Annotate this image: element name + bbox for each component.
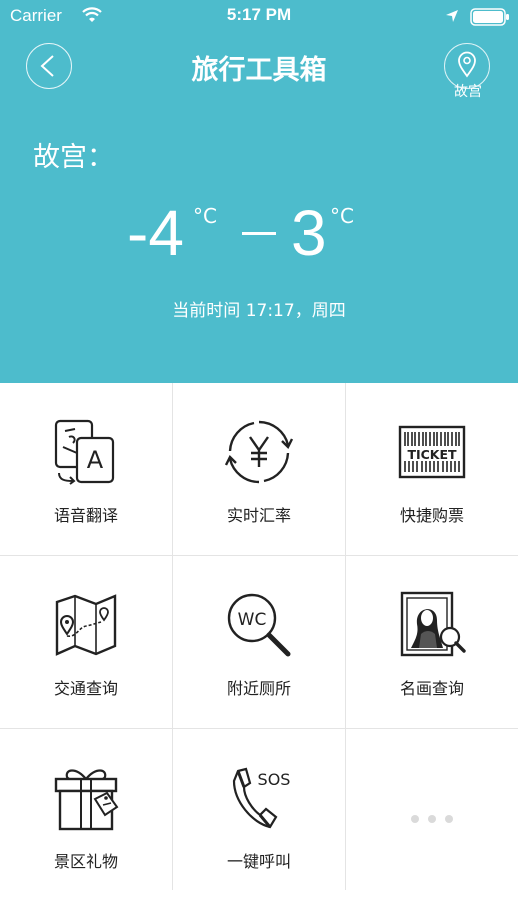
temperature-range: -4 °C 3 °C (0, 196, 518, 286)
temp-low-unit: °C (193, 204, 217, 228)
temp-low: -4 (127, 197, 184, 269)
tool-quick-ticket[interactable]: TICKET 快捷购票 (346, 383, 518, 555)
tools-grid: A 语音翻译 实时汇率 TICKET 快捷购票 交通查询 WC 附近厕所 名画查… (0, 383, 518, 920)
tool-label: 附近厕所 (226, 679, 291, 698)
tool-label: 一键呼叫 (226, 852, 291, 871)
temp-range-dash (242, 232, 276, 235)
status-time: 5:17 PM (226, 5, 292, 24)
painting-search-icon (400, 591, 466, 657)
tool-painting-query[interactable]: 名画查询 (346, 556, 518, 728)
tool-scenic-gift[interactable]: 景区礼物 (0, 729, 172, 901)
sos-icon-text: SOS (258, 770, 291, 789)
tool-exchange-rate[interactable]: 实时汇率 (173, 383, 345, 555)
tool-one-key-call[interactable]: SOS 一键呼叫 (173, 729, 345, 901)
tool-label: 语音翻译 (53, 506, 118, 525)
sos-phone-icon: SOS (232, 767, 291, 829)
dot (428, 815, 436, 823)
tool-label: 实时汇率 (226, 506, 291, 525)
place-name: 故宫： (33, 142, 114, 173)
location-button[interactable]: 故宫 (444, 43, 492, 105)
translate-icon: A (54, 419, 115, 485)
temp-high: 3 (291, 197, 327, 269)
location-arrow-icon (446, 10, 458, 22)
map-route-icon (55, 594, 117, 656)
dot (411, 815, 419, 823)
ticket-icon: TICKET (398, 425, 466, 479)
header-panel: Carrier 5:17 PM 旅行工具箱 故宫 故宫： -4 °C 3 °C … (0, 0, 518, 383)
tool-label: 名画查询 (399, 679, 464, 698)
toilet-search-icon: WC (227, 593, 291, 657)
ticket-icon-text: TICKET (407, 447, 457, 462)
tool-label: 快捷购票 (399, 506, 464, 525)
current-time: 当前时间 17:17，周四 (172, 301, 346, 321)
tool-label: 景区礼物 (53, 852, 118, 871)
battery-icon (470, 8, 509, 26)
translate-icon-text: A (87, 446, 104, 474)
temp-high-unit: °C (330, 204, 354, 228)
wc-icon-text: WC (238, 610, 267, 630)
tool-traffic-query[interactable]: 交通查询 (0, 556, 172, 728)
dot (445, 815, 453, 823)
gift-icon (54, 769, 119, 831)
location-label: 故宫 (454, 84, 482, 100)
tool-nearby-toilet[interactable]: WC 附近厕所 (173, 556, 345, 728)
more-dots-icon[interactable] (411, 808, 462, 827)
currency-exchange-icon (224, 420, 294, 484)
tool-voice-translate[interactable]: A 语音翻译 (0, 383, 172, 555)
tool-label: 交通查询 (53, 679, 118, 698)
status-bar: Carrier 5:17 PM (0, 0, 518, 34)
